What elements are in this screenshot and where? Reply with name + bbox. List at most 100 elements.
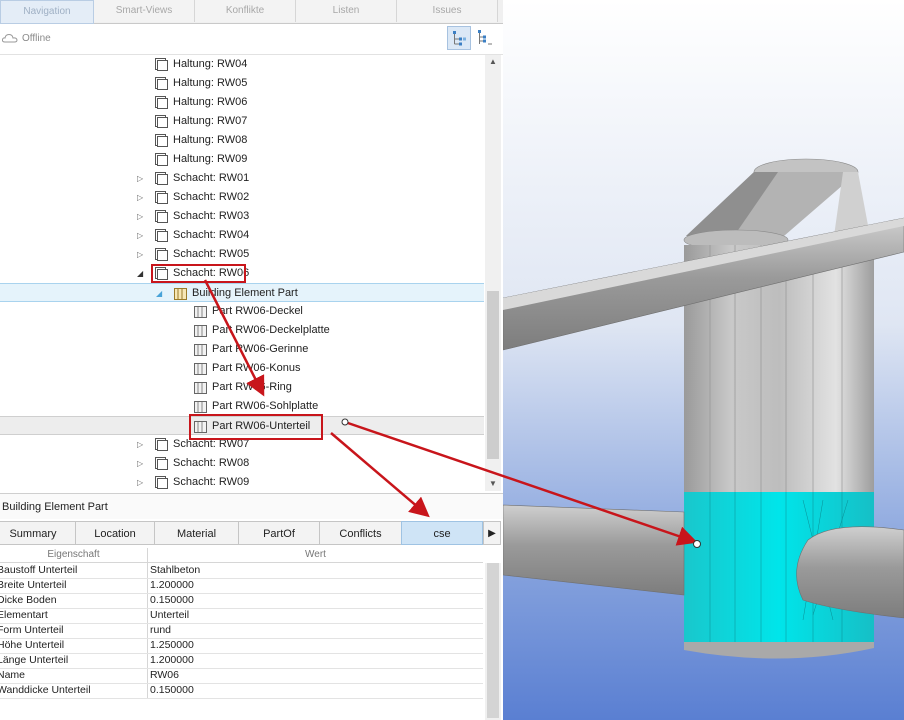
tab-navigation[interactable]: Navigation: [0, 0, 94, 24]
part-icon: [194, 306, 207, 318]
tab-cse[interactable]: cse: [401, 521, 483, 545]
connection-status-label: Offline: [22, 33, 51, 44]
tab-location[interactable]: Location: [75, 521, 155, 545]
folder-parts-icon: [174, 288, 187, 300]
tree-node[interactable]: Haltung: RW07: [0, 112, 484, 131]
column-header-eigenschaft[interactable]: Eigenschaft: [0, 548, 147, 562]
property-name: Name: [0, 669, 26, 681]
column-header-wert[interactable]: Wert: [148, 548, 483, 562]
document-icon: [155, 58, 168, 71]
property-value: 0.150000: [150, 684, 194, 696]
expand-icon[interactable]: ▷: [137, 169, 147, 188]
hierarchy-view-button[interactable]: [447, 26, 471, 50]
3d-viewport[interactable]: [503, 0, 904, 720]
tab-partof[interactable]: PartOf: [238, 521, 320, 545]
document-icon: [155, 457, 168, 470]
tree-node[interactable]: ▷ Schacht: RW01: [0, 169, 484, 188]
tree-node-label: Schacht: RW08: [173, 457, 250, 469]
property-row[interactable]: Baustoff Unterteil Stahlbeton: [0, 563, 483, 579]
document-icon: [155, 229, 168, 242]
tab-summary[interactable]: Summary: [0, 521, 76, 545]
tab-konflikte[interactable]: Konflikte: [195, 0, 296, 22]
properties-scrollbar[interactable]: [485, 563, 501, 720]
expand-icon[interactable]: ▷: [137, 454, 147, 473]
tree-node[interactable]: Part RW06-Ring: [0, 378, 484, 397]
document-icon: [155, 96, 168, 109]
property-value: RW06: [150, 669, 179, 681]
expand-icon[interactable]: ▷: [137, 245, 147, 264]
property-row[interactable]: Höhe Unterteil 1.250000: [0, 638, 483, 654]
property-row[interactable]: Breite Unterteil 1.200000: [0, 578, 483, 594]
property-name: Form Unterteil: [0, 624, 64, 636]
tree-node[interactable]: Part RW06-Deckelplatte: [0, 321, 484, 340]
annotation-box-schacht: [151, 264, 246, 283]
document-icon: [155, 172, 168, 185]
tree-node[interactable]: Part RW06-Gerinne: [0, 340, 484, 359]
tree-node[interactable]: ▷ Schacht: RW03: [0, 207, 484, 226]
properties-scroll-thumb[interactable]: [487, 563, 499, 718]
tabs-scroll-right-icon[interactable]: ▶: [483, 521, 501, 545]
tree-node[interactable]: Part RW06-Konus: [0, 359, 484, 378]
property-name: Baustoff Unterteil: [0, 564, 78, 576]
document-icon: [155, 438, 168, 451]
property-value: 1.200000: [150, 654, 194, 666]
property-name: Länge Unterteil: [0, 654, 69, 666]
expand-icon[interactable]: ▷: [137, 226, 147, 245]
annotation-box-unterteil: [189, 414, 323, 440]
tree-node[interactable]: ▷ Schacht: RW08: [0, 454, 484, 473]
property-name: Dicke Boden: [0, 594, 57, 606]
tree-node[interactable]: Haltung: RW06: [0, 93, 484, 112]
property-name: Wanddicke Unterteil: [0, 684, 91, 696]
expand-icon[interactable]: ▷: [137, 473, 147, 491]
property-name: Breite Unterteil: [0, 579, 67, 591]
expand-icon[interactable]: ▷: [137, 435, 147, 454]
part-icon: [194, 401, 207, 413]
tree-node[interactable]: Haltung: RW09: [0, 150, 484, 169]
tree-scrollbar[interactable]: ▲ ▼: [485, 55, 501, 491]
scroll-down-icon[interactable]: ▼: [485, 477, 501, 491]
tree-node[interactable]: ▷ Schacht: RW05: [0, 245, 484, 264]
property-row[interactable]: Länge Unterteil 1.200000: [0, 653, 483, 669]
property-row[interactable]: Dicke Boden 0.150000: [0, 593, 483, 609]
tab-issues[interactable]: Issues: [397, 0, 498, 22]
tree-node-label: Schacht: RW02: [173, 191, 250, 203]
tree-node-label: Schacht: RW01: [173, 172, 250, 184]
property-row[interactable]: Name RW06: [0, 668, 483, 684]
tree-node-label: Part RW06-Gerinne: [212, 343, 309, 355]
expand-icon[interactable]: ▷: [137, 188, 147, 207]
collapse-icon[interactable]: ◢: [137, 264, 147, 283]
part-icon: [194, 363, 207, 375]
tab-material[interactable]: Material: [154, 521, 239, 545]
collapse-icon[interactable]: ◢: [156, 284, 166, 303]
navigation-panel: Navigation Smart-Views Konflikte Listen …: [0, 0, 503, 720]
tree-node[interactable]: ◢ Building Element Part: [0, 283, 484, 302]
expand-icon[interactable]: ▷: [137, 207, 147, 226]
navigation-tab-bar: Navigation Smart-Views Konflikte Listen …: [0, 0, 503, 24]
property-row[interactable]: Wanddicke Unterteil 0.150000: [0, 683, 483, 699]
property-name: Elementart: [0, 609, 48, 621]
tree-node-label: Schacht: RW03: [173, 210, 250, 222]
tree-node[interactable]: Haltung: RW05: [0, 74, 484, 93]
property-row[interactable]: Form Unterteil rund: [0, 623, 483, 639]
tree-node-label: Haltung: RW08: [173, 134, 248, 146]
tree-node[interactable]: Haltung: RW04: [0, 55, 484, 74]
flat-view-button[interactable]: [473, 26, 497, 50]
tree-node-label: Haltung: RW06: [173, 96, 248, 108]
tab-conflicts[interactable]: Conflicts: [319, 521, 402, 545]
tree-node-label: Part RW06-Deckel: [212, 305, 303, 317]
property-value: rund: [150, 624, 172, 636]
tree-node[interactable]: ▷ Schacht: RW02: [0, 188, 484, 207]
3d-model-render[interactable]: [503, 0, 904, 720]
tree-node[interactable]: ▷ Schacht: RW04: [0, 226, 484, 245]
document-icon: [155, 191, 168, 204]
scroll-up-icon[interactable]: ▲: [485, 55, 501, 69]
tree-scroll-thumb[interactable]: [487, 291, 499, 459]
tab-smart-views[interactable]: Smart-Views: [94, 0, 195, 22]
tree-node[interactable]: Haltung: RW08: [0, 131, 484, 150]
properties-tab-bar: Summary Location Material PartOf Conflic…: [0, 521, 503, 546]
tree-node[interactable]: ▷ Schacht: RW09: [0, 473, 484, 491]
tree-node[interactable]: Part RW06-Deckel: [0, 302, 484, 321]
property-row[interactable]: Elementart Unterteil: [0, 608, 483, 624]
document-icon: [155, 210, 168, 223]
tab-listen[interactable]: Listen: [296, 0, 397, 22]
